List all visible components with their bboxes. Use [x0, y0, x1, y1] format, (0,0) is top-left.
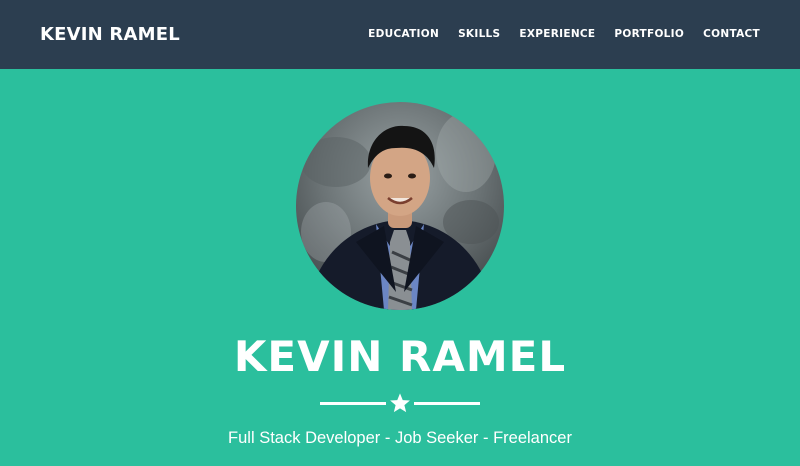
nav-menu: EDUCATION SKILLS EXPERIENCE PORTFOLIO CO… — [368, 28, 760, 41]
star-divider — [320, 392, 480, 414]
profile-photo-image — [296, 102, 504, 310]
nav-link-contact[interactable]: CONTACT — [703, 28, 760, 41]
brand-link[interactable]: KEVIN RAMEL — [40, 24, 180, 46]
hero-name: KEVIN RAMEL — [233, 332, 567, 381]
page: KEVIN RAMEL EDUCATION SKILLS EXPERIENCE … — [0, 0, 800, 466]
divider-line-right — [414, 402, 480, 405]
navbar: KEVIN RAMEL EDUCATION SKILLS EXPERIENCE … — [0, 0, 800, 69]
nav-link-education[interactable]: EDUCATION — [368, 28, 439, 41]
divider-line-left — [320, 402, 386, 405]
nav-link-skills[interactable]: SKILLS — [458, 28, 500, 41]
profile-photo — [296, 102, 504, 310]
nav-link-portfolio[interactable]: PORTFOLIO — [614, 28, 684, 41]
nav-link-experience[interactable]: EXPERIENCE — [519, 28, 595, 41]
hero-tagline: Full Stack Developer - Job Seeker - Free… — [228, 429, 572, 447]
star-icon — [390, 393, 410, 413]
